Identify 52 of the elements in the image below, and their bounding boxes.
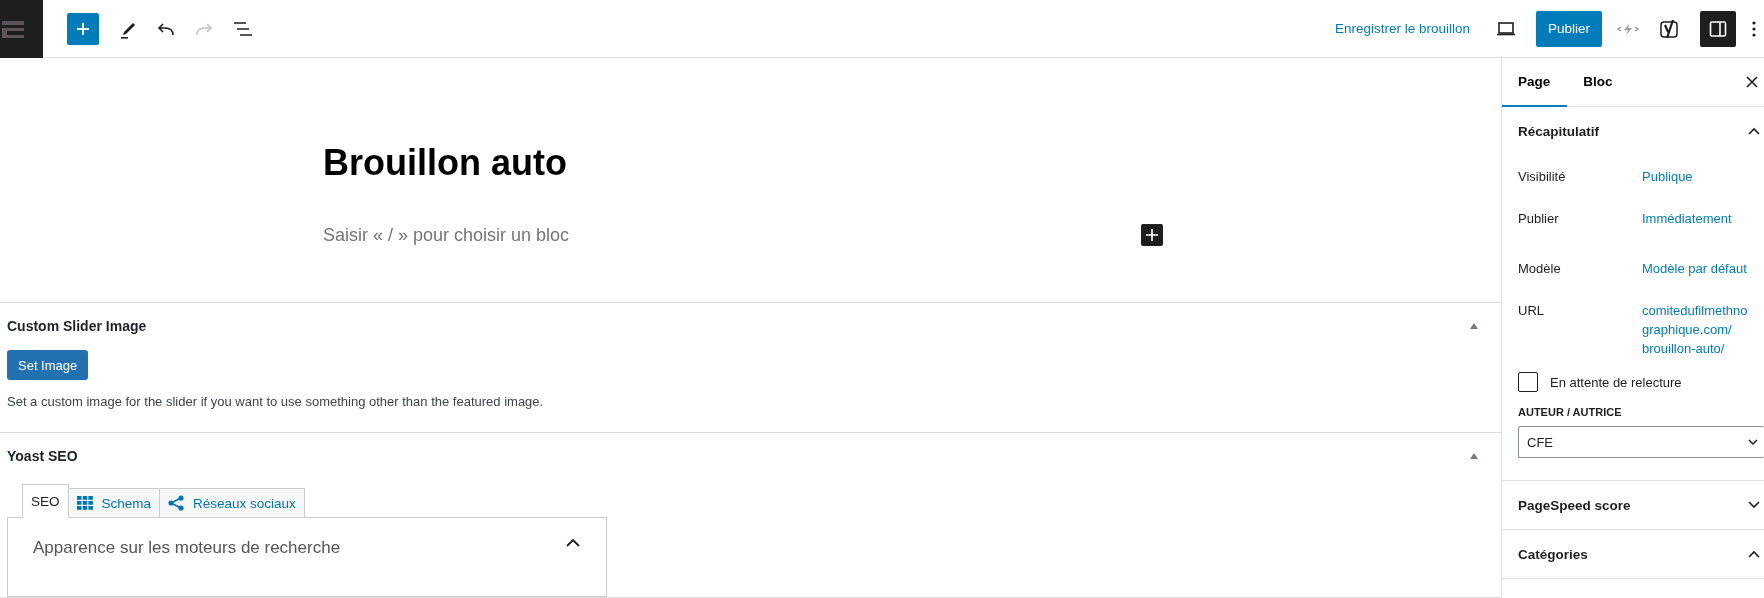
sidebar-panel-icon — [1709, 19, 1727, 38]
setting-link[interactable]: Immédiatement — [1642, 211, 1732, 226]
metabox-title: Custom Slider Image — [7, 317, 147, 334]
author-label: AUTEUR / AUTRICE — [1518, 406, 1623, 418]
setting-link[interactable]: comitedufilmethno — [1642, 303, 1748, 318]
setting-link[interactable]: graphique.com/ — [1642, 322, 1748, 337]
setting-label: Publier — [1518, 211, 1560, 228]
setting-label: Visibilité — [1518, 169, 1567, 186]
block-placeholder[interactable]: Saisir « / » pour choisir un bloc — [323, 224, 570, 246]
metabox-title: Yoast SEO — [7, 447, 78, 464]
seo-tab[interactable]: Réseaux sociaux — [159, 488, 305, 518]
metabox-description: Set a custom image for the slider if you want to use something other than the featured image. — [7, 394, 545, 409]
chevron-icon[interactable] — [1748, 127, 1760, 135]
publish-button[interactable]: Publier — [1535, 10, 1602, 47]
yoast-icon[interactable] — [1660, 17, 1680, 40]
sidebar-tab[interactable]: Bloc — [1567, 58, 1630, 107]
author-select[interactable]: CFE — [1518, 426, 1764, 458]
toggle-triangle-icon[interactable] — [1470, 452, 1478, 459]
chevron-icon[interactable] — [1748, 550, 1760, 558]
chevron-down-icon — [1748, 439, 1758, 445]
list-view-icon[interactable] — [233, 20, 253, 37]
panel-title[interactable]: PageSpeed score — [1518, 497, 1631, 513]
set-image-button[interactable]: Set Image — [7, 350, 89, 380]
panel-title[interactable]: Catégories — [1518, 546, 1588, 562]
toggle-triangle-icon[interactable] — [1470, 322, 1478, 329]
seo-tab[interactable]: SEO — [22, 484, 69, 518]
add-block-button[interactable] — [67, 12, 99, 45]
post-title[interactable]: Brouillon auto — [323, 141, 1501, 185]
chevron-icon[interactable] — [1748, 501, 1760, 509]
close-icon[interactable] — [1746, 76, 1758, 88]
setting-link[interactable]: brouillon-auto/ — [1642, 341, 1748, 356]
chevron-icon[interactable] — [566, 538, 580, 547]
undo-icon[interactable] — [157, 21, 175, 36]
setting-link[interactable]: Modèle par défaut — [1642, 261, 1747, 276]
setting-link[interactable]: Publique — [1642, 169, 1693, 184]
settings-toggle-button[interactable] — [1700, 10, 1736, 47]
more-options-icon[interactable] — [1752, 20, 1756, 37]
block-inserter-button[interactable] — [1141, 224, 1163, 247]
sidebar-tab[interactable]: Page — [1502, 58, 1568, 107]
setting-label: URL — [1518, 303, 1545, 320]
plus-icon — [1146, 229, 1158, 242]
save-draft-button[interactable]: Enregistrer le brouillon — [1334, 21, 1470, 36]
share-icon — [168, 495, 185, 511]
checkbox-label: En attente de relecture — [1550, 374, 1682, 390]
checkbox[interactable] — [1518, 372, 1538, 392]
setting-label: Modèle — [1518, 261, 1562, 278]
seo-tab[interactable]: Schema — [67, 488, 161, 518]
panel-title[interactable]: Récapitulatif — [1518, 123, 1599, 139]
grid-icon — [76, 496, 93, 510]
laptop-icon[interactable] — [1495, 21, 1516, 36]
plus-icon — [76, 21, 90, 36]
section-heading[interactable]: Apparence sur les moteurs de recherche — [33, 538, 341, 558]
